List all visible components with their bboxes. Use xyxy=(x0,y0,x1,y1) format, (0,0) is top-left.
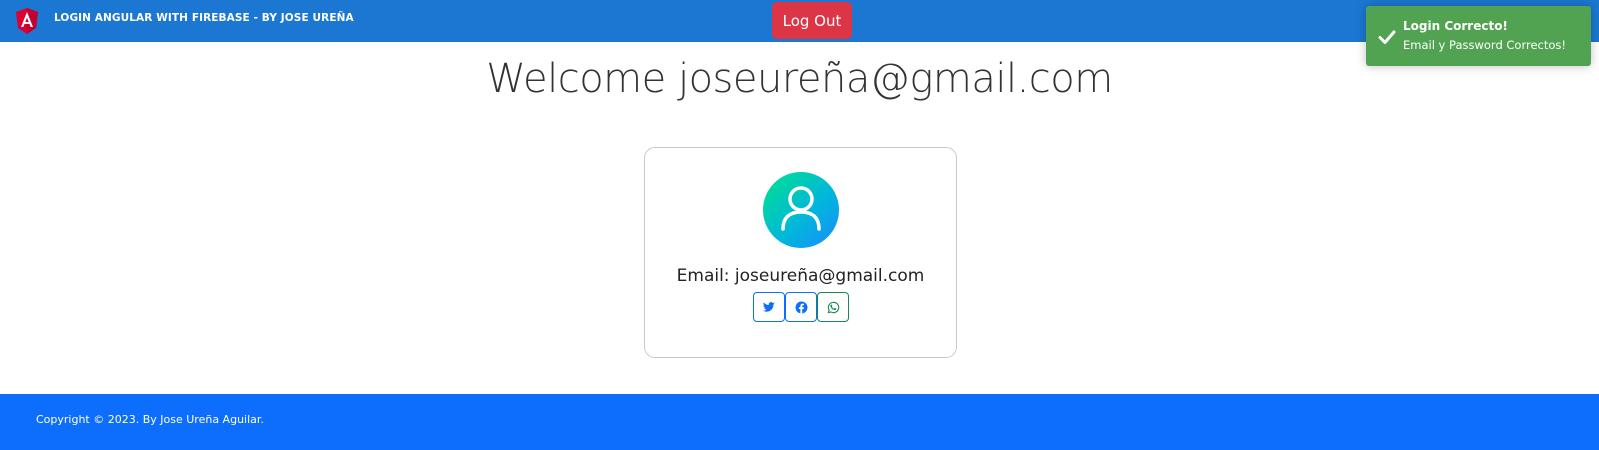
copyright-text: Copyright © 2023. By Jose Ureña Aguilar. xyxy=(36,413,264,426)
navbar: LOGIN ANGULAR WITH FIREBASE - BY JOSE UR… xyxy=(0,0,1599,42)
whatsapp-icon xyxy=(827,301,839,313)
welcome-heading: Welcome joseureña@gmail.com xyxy=(486,56,1113,102)
profile-card: Email: joseureña@gmail.com xyxy=(644,147,957,358)
twitter-icon xyxy=(763,302,775,312)
email-label: Email: joseureña@gmail.com xyxy=(676,266,925,286)
toast-message: Email y Password Correctos! xyxy=(1403,38,1567,52)
footer: Copyright © 2023. By Jose Ureña Aguilar. xyxy=(0,394,1599,450)
whatsapp-button[interactable] xyxy=(817,292,849,322)
twitter-button[interactable] xyxy=(753,292,785,322)
logout-button[interactable]: Log Out xyxy=(772,2,852,39)
toast-title: Login Correcto! xyxy=(1403,19,1508,33)
facebook-icon xyxy=(795,301,807,313)
angular-logo-icon[interactable] xyxy=(16,8,38,34)
brand-title[interactable]: LOGIN ANGULAR WITH FIREBASE - BY JOSE UR… xyxy=(54,12,354,24)
facebook-button[interactable] xyxy=(785,292,817,322)
checkmark-icon xyxy=(1378,30,1396,44)
social-buttons xyxy=(753,292,849,322)
user-avatar-icon xyxy=(763,172,839,248)
